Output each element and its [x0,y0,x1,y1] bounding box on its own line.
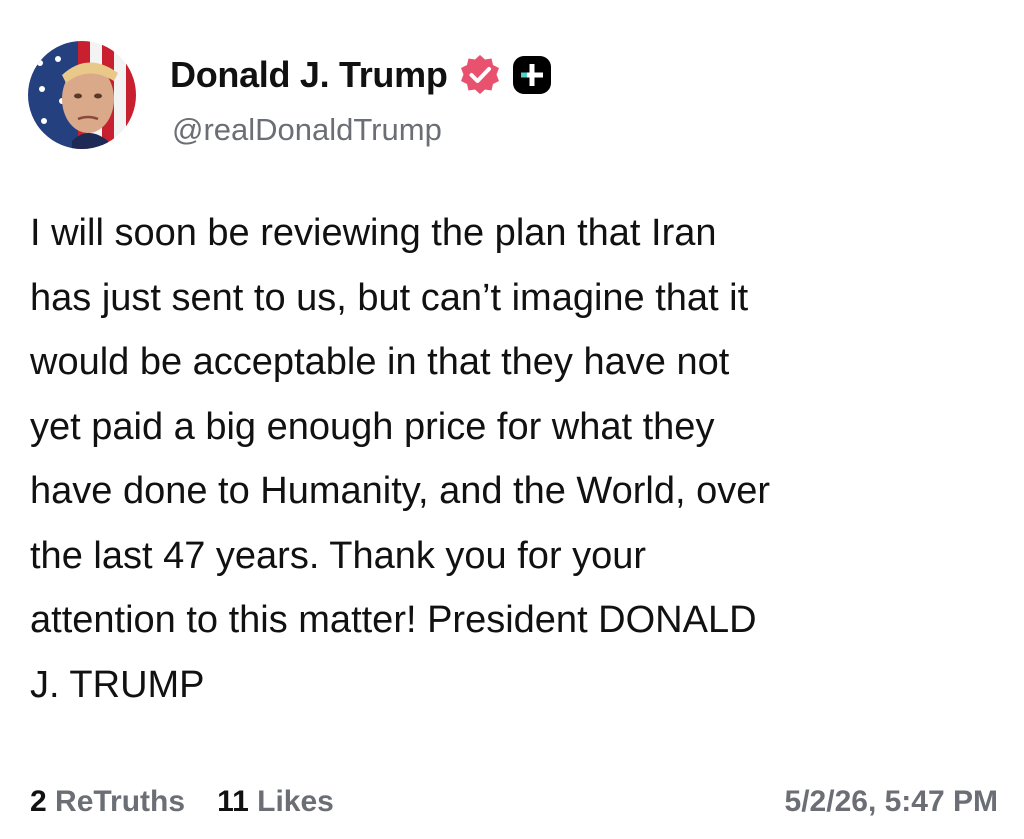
retruths-count: 2 [30,785,47,818]
post-text-line: the last 47 years. Thank you for your [30,534,647,577]
post-text-line: has just sent to us, but can’t imagine t… [30,276,749,319]
author-name-row: Donald J. Trump [170,52,552,98]
likes-stat[interactable]: 11 Likes [217,785,334,819]
post-footer: 2 ReTruths 11 Likes 5/2/26, 5:47 PM [30,780,998,824]
post-text-line: yet paid a big enough price for what the… [30,405,715,448]
likes-count: 11 [217,785,249,818]
likes-label: Likes [257,785,334,818]
post-text-line: J. TRUMP [30,663,205,706]
avatar-image [28,41,136,149]
post-timestamp[interactable]: 5/2/26, 5:47 PM [785,785,998,819]
post-text-line: attention to this matter! President DONA… [30,599,757,641]
truth-post: Donald J. Trump @realDonaldTrump I will … [0,0,1024,839]
post-text-line: I will soon be reviewing the plan that I… [30,212,717,254]
retruths-stat[interactable]: 2 ReTruths [30,785,185,819]
post-text: I will soon be reviewing the plan that I… [30,201,1000,717]
post-text-line: would be acceptable in that they have no… [30,341,730,383]
author-handle[interactable]: @realDonaldTrump [172,112,442,148]
retruths-label: ReTruths [55,785,186,818]
avatar[interactable] [28,41,136,149]
plus-badge-icon [512,55,552,95]
verified-badge-icon [458,53,502,97]
post-text-line: have done to Humanity, and the World, ov… [30,470,771,512]
author-display-name[interactable]: Donald J. Trump [170,54,448,96]
